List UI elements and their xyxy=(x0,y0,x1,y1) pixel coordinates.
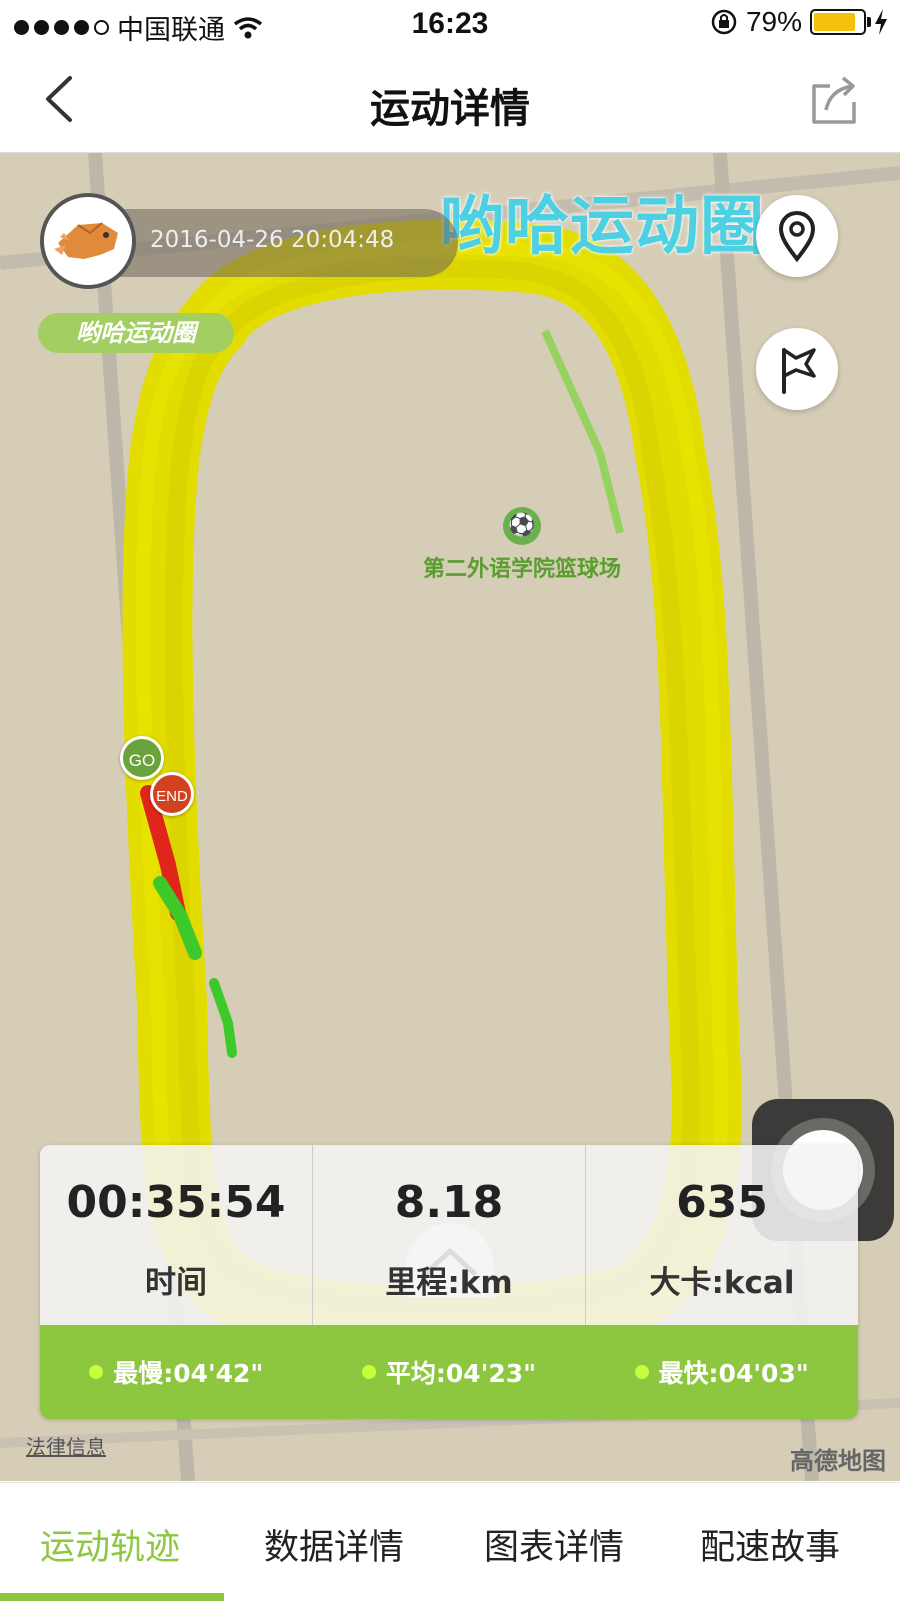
distance-label: 里程:km xyxy=(385,1265,513,1301)
poi-basketball-court[interactable]: ⚽ 第二外语学院篮球场 xyxy=(412,507,632,583)
calories-label: 大卡:kcal xyxy=(649,1265,795,1301)
poi-label: 第二外语学院篮球场 xyxy=(422,557,621,582)
rotation-lock-icon xyxy=(711,9,737,35)
flag-button[interactable] xyxy=(756,328,838,410)
distance-value: 8.18 xyxy=(394,1177,504,1228)
map-provider-logo: 高德地图 xyxy=(790,1447,886,1475)
page-title: 运动详情 xyxy=(370,86,530,132)
calories-value: 635 xyxy=(676,1177,768,1228)
pace-average-text: 平均:04'23" xyxy=(385,1359,537,1388)
battery-percent: 79% xyxy=(745,6,802,37)
end-marker[interactable]: END xyxy=(150,772,194,816)
tab-track[interactable]: 运动轨迹 xyxy=(40,1519,180,1570)
pace-fastest: 最快:04'03" xyxy=(585,1354,858,1390)
pace-bar: 最慢:04'42" 平均:04'23" 最快:04'03" xyxy=(40,1325,858,1419)
nav-bar: 运动详情 xyxy=(0,48,900,153)
location-button[interactable] xyxy=(756,195,838,277)
stat-distance: 8.18 里程:km xyxy=(313,1145,586,1325)
time-label: 时间 xyxy=(145,1265,207,1301)
stat-time: 00:35:54 时间 xyxy=(40,1145,313,1325)
avatar[interactable] xyxy=(40,193,136,289)
pace-fastest-text: 最快:04'03" xyxy=(658,1359,809,1388)
legal-info-link[interactable]: 法律信息 xyxy=(26,1431,106,1460)
charging-bolt-icon xyxy=(875,9,887,35)
location-pin-icon xyxy=(778,210,816,263)
pace-dot-icon xyxy=(361,1365,376,1379)
stat-calories: 635 大卡:kcal xyxy=(586,1145,858,1325)
battery-icon xyxy=(810,9,871,35)
tab-chart-details[interactable]: 图表详情 xyxy=(484,1519,624,1570)
status-bar: 中国联通 16:23 79% xyxy=(0,0,900,48)
flag-icon xyxy=(782,348,816,394)
ball-icon: ⚽ xyxy=(503,507,541,545)
share-icon[interactable] xyxy=(810,72,860,126)
tab-data-details[interactable]: 数据详情 xyxy=(264,1519,404,1570)
stats-card: 00:35:54 时间 8.18 里程:km 635 大卡:kcal 最慢:04… xyxy=(40,1145,858,1419)
brand-tag: 哟哈运动圈 xyxy=(38,313,234,353)
status-right: 79% xyxy=(710,6,888,38)
bottom-tab-bar: 运动轨迹 数据详情 图表详情 配速故事 xyxy=(0,1482,900,1601)
pace-slowest-text: 最慢:04'42" xyxy=(113,1359,264,1388)
pace-slowest: 最慢:04'42" xyxy=(40,1354,313,1390)
pace-average: 平均:04'23" xyxy=(313,1354,586,1390)
brand-watermark: 哟哈运动圈 xyxy=(440,190,765,264)
activity-timestamp: 2016-04-26 20:04:48 xyxy=(150,227,395,253)
time-value: 00:35:54 xyxy=(66,1177,286,1228)
tab-pace-story[interactable]: 配速故事 xyxy=(700,1519,840,1570)
pace-dot-icon xyxy=(634,1365,649,1379)
user-pill: 2016-04-26 20:04:48 xyxy=(40,193,458,289)
pace-dot-icon xyxy=(89,1365,104,1379)
stats-summary: 00:35:54 时间 8.18 里程:km 635 大卡:kcal xyxy=(40,1145,858,1325)
cheetah-avatar-icon xyxy=(44,197,132,285)
start-marker[interactable]: GO xyxy=(120,736,164,780)
